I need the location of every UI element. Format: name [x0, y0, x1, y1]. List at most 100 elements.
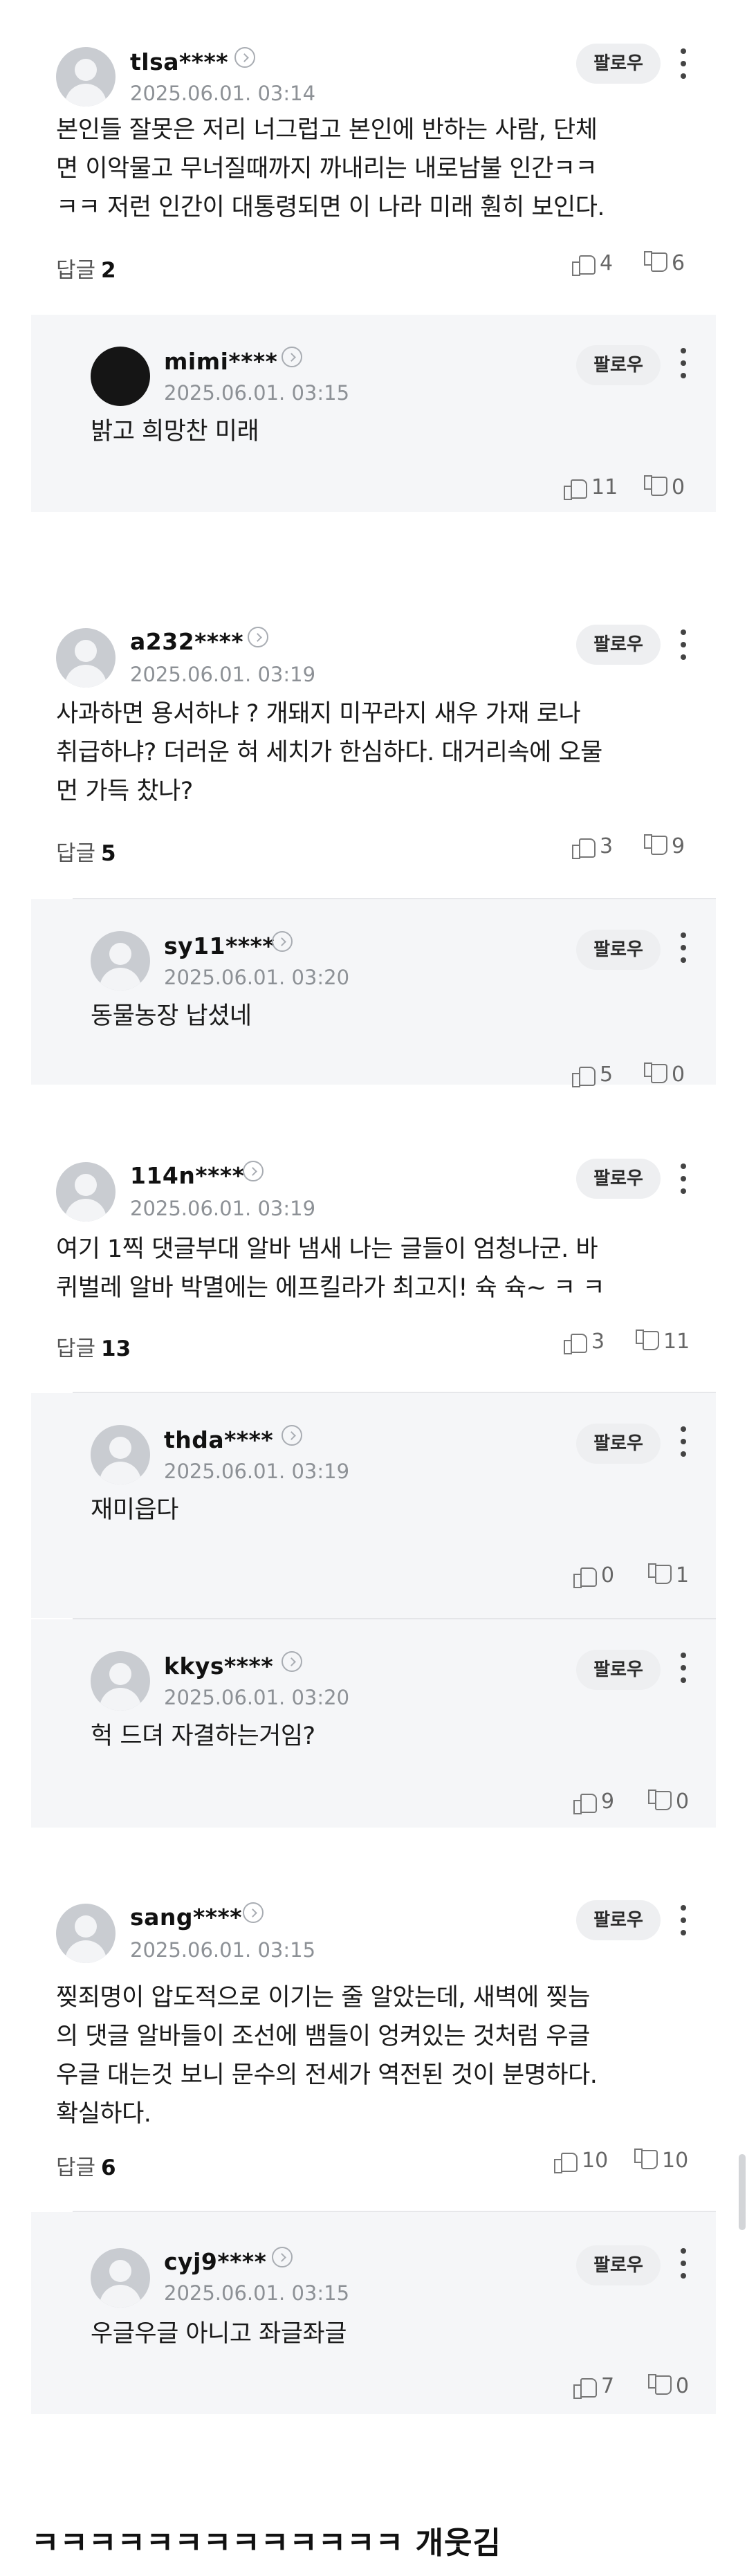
dislike-count: 11 [663, 1330, 690, 1354]
follow-button[interactable]: 팔로우 [576, 1650, 661, 1690]
reply-count-button[interactable]: 답글 13 [56, 1331, 131, 1362]
dislike-button[interactable]: 0 [644, 1062, 685, 1087]
reply-count: 6 [101, 2155, 116, 2180]
dislike-button[interactable]: 6 [644, 251, 685, 275]
more-options-icon[interactable] [680, 932, 687, 964]
avatar[interactable] [91, 2248, 150, 2308]
dislike-count: 10 [662, 2149, 689, 2173]
follow-button[interactable]: 팔로우 [576, 1159, 661, 1199]
thumbs-down-icon [648, 1792, 672, 1812]
avatar[interactable] [91, 1651, 150, 1711]
username[interactable]: tlsa**** [130, 48, 228, 75]
dislike-button[interactable]: 1 [648, 1563, 689, 1588]
avatar[interactable] [91, 1425, 150, 1484]
username[interactable]: cyj9**** [164, 2248, 266, 2275]
dislike-button[interactable]: 10 [634, 2149, 688, 2173]
like-button[interactable]: 5 [572, 1062, 613, 1087]
avatar[interactable] [91, 931, 150, 991]
reply-count: 13 [101, 1336, 131, 1361]
like-button[interactable]: 9 [573, 1790, 614, 1814]
like-count: 7 [601, 2374, 615, 2398]
reply-label: 답글 [56, 841, 96, 866]
scrollbar[interactable] [739, 2154, 746, 2230]
avatar[interactable] [56, 628, 116, 688]
dislike-button[interactable]: 0 [648, 2374, 689, 2398]
more-options-icon[interactable] [680, 348, 687, 380]
timestamp: 2025.06.01. 03:14 [130, 82, 316, 105]
like-count: 3 [591, 1330, 605, 1354]
chevron-right-icon[interactable] [282, 1651, 302, 1672]
like-count: 5 [600, 1062, 614, 1087]
thumbs-down-icon [644, 836, 667, 857]
like-button[interactable]: 3 [572, 834, 613, 859]
timestamp: 2025.06.01. 03:19 [130, 1197, 316, 1220]
dislike-count: 1 [676, 1563, 690, 1588]
like-count: 10 [582, 2149, 609, 2173]
username[interactable]: kkys**** [164, 1653, 273, 1680]
like-button[interactable]: 3 [564, 1330, 605, 1354]
more-options-icon[interactable] [680, 1653, 687, 1684]
chevron-right-icon[interactable] [282, 1425, 302, 1446]
reply-text: 동물농장 납셨네 [91, 1002, 252, 1030]
comment: 114n**** 2025.06.01. 03:19 팔로우 여기 1찍 댓글부… [31, 1129, 716, 1392]
comment: a232**** 2025.06.01. 03:19 팔로우 사과하면 용서하냐… [31, 600, 716, 898]
thumbs-up-icon [573, 1792, 597, 1814]
timestamp: 2025.06.01. 03:15 [164, 381, 350, 405]
avatar[interactable] [56, 47, 116, 107]
like-button[interactable]: 11 [564, 475, 618, 500]
follow-button[interactable]: 팔로우 [576, 44, 661, 84]
like-button[interactable]: 4 [572, 251, 613, 276]
chevron-right-icon[interactable] [282, 347, 302, 367]
username[interactable]: 114n**** [130, 1162, 244, 1189]
username[interactable]: sang**** [130, 1904, 242, 1931]
follow-button[interactable]: 팔로우 [576, 345, 661, 385]
chevron-right-icon[interactable] [248, 627, 268, 647]
follow-button[interactable]: 팔로우 [576, 1900, 661, 1940]
dislike-button[interactable]: 11 [636, 1330, 690, 1354]
timestamp: 2025.06.01. 03:15 [164, 2281, 350, 2305]
thumbs-down-icon [644, 1065, 667, 1085]
like-button[interactable]: 0 [573, 1563, 614, 1588]
reply-count-button[interactable]: 답글 2 [56, 252, 116, 284]
chevron-right-icon[interactable] [272, 931, 293, 952]
like-button[interactable]: 10 [554, 2149, 608, 2173]
username[interactable]: a232**** [130, 628, 243, 655]
avatar[interactable] [56, 1162, 116, 1222]
reply: sy11**** 2025.06.01. 03:20 팔로우 동물농장 납셨네 … [31, 899, 716, 1087]
reply-text: 재미읍다 [91, 1496, 178, 1524]
dislike-button[interactable]: 9 [644, 834, 685, 858]
timestamp: 2025.06.01. 03:19 [130, 663, 316, 686]
follow-button[interactable]: 팔로우 [576, 930, 661, 970]
dislike-button[interactable]: 0 [648, 1790, 689, 1814]
more-options-icon[interactable] [680, 48, 687, 80]
avatar[interactable] [91, 347, 150, 406]
follow-button[interactable]: 팔로우 [576, 1424, 661, 1464]
avatar[interactable] [56, 1904, 116, 1963]
like-count: 0 [601, 1563, 615, 1588]
reply-count-button[interactable]: 답글 5 [56, 836, 116, 867]
more-options-icon[interactable] [680, 1905, 687, 1937]
more-options-icon[interactable] [680, 2248, 687, 2280]
chevron-right-icon[interactable] [243, 1161, 264, 1181]
more-options-icon[interactable] [680, 1426, 687, 1458]
username[interactable]: thda**** [164, 1426, 273, 1453]
username[interactable]: sy11**** [164, 932, 275, 959]
thumbs-up-icon [554, 2151, 578, 2173]
like-button[interactable]: 7 [573, 2374, 615, 2399]
more-options-icon[interactable] [680, 1163, 687, 1195]
dislike-button[interactable]: 0 [644, 475, 685, 499]
comment-text: 여기 1찍 댓글부대 알바 냄새 나는 글들이 엄청나군. 바 퀴벌레 알바 박… [56, 1235, 605, 1302]
timestamp: 2025.06.01. 03:15 [130, 1938, 316, 1962]
thumbs-up-icon [564, 1332, 587, 1354]
reply-count-button[interactable]: 답글 6 [56, 2150, 116, 2181]
comment-thread: 114n**** 2025.06.01. 03:19 팔로우 여기 1찍 댓글부… [31, 1129, 716, 1828]
follow-button[interactable]: 팔로우 [576, 625, 661, 665]
username[interactable]: mimi**** [164, 348, 277, 375]
like-count: 9 [601, 1790, 615, 1814]
chevron-right-icon[interactable] [234, 47, 255, 68]
chevron-right-icon[interactable] [243, 1902, 264, 1923]
more-options-icon[interactable] [680, 629, 687, 661]
follow-button[interactable]: 팔로우 [576, 2245, 661, 2285]
chevron-right-icon[interactable] [272, 2247, 293, 2267]
thumbs-down-icon [648, 1565, 672, 1586]
